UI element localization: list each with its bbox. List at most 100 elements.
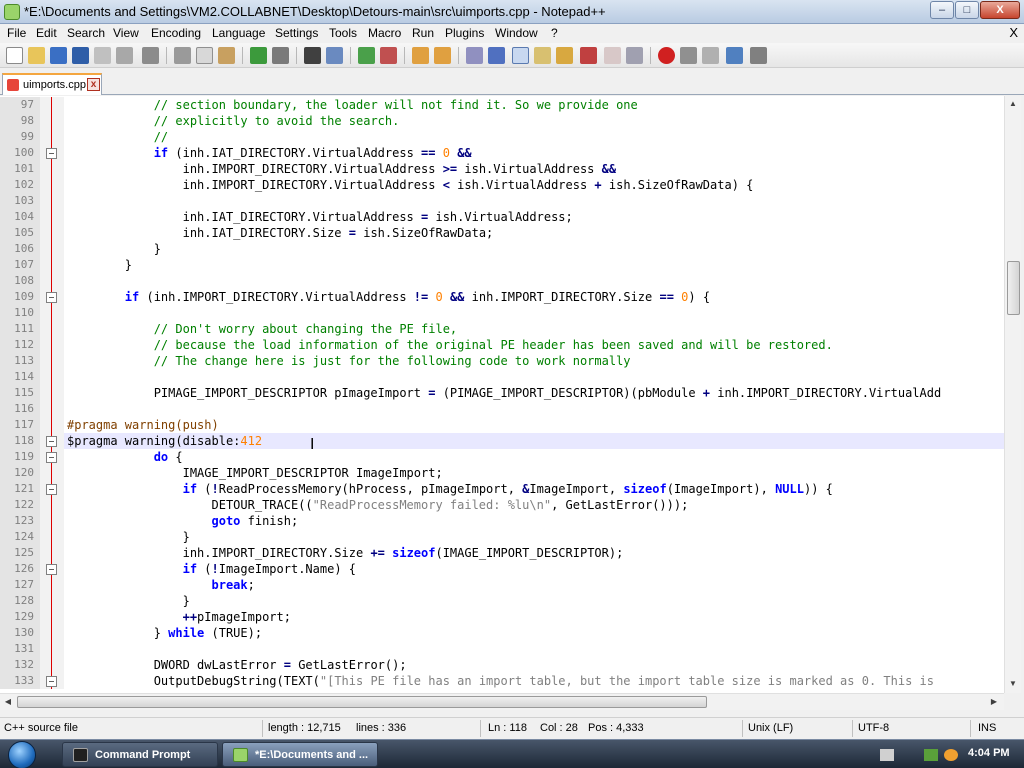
line-number[interactable]: 116 <box>0 401 40 417</box>
code-line[interactable]: 130 } while (TRUE); <box>0 625 1004 641</box>
word-wrap-icon[interactable] <box>466 47 483 64</box>
save-macro-icon[interactable] <box>750 47 767 64</box>
save-icon[interactable] <box>50 47 67 64</box>
menu-run[interactable]: Run <box>412 26 434 40</box>
line-number[interactable]: 128 <box>0 593 40 609</box>
save-all-icon[interactable] <box>72 47 89 64</box>
line-number[interactable]: 122 <box>0 497 40 513</box>
close-window-button[interactable]: X <box>980 1 1020 19</box>
document-map-icon[interactable] <box>556 47 573 64</box>
menu-window[interactable]: Window <box>495 26 538 40</box>
code-line[interactable]: 123 goto finish; <box>0 513 1004 529</box>
fold-collapse-icon[interactable] <box>40 481 64 497</box>
line-number[interactable]: 113 <box>0 353 40 369</box>
folder-as-workspace-icon[interactable] <box>604 47 621 64</box>
code-line[interactable]: 115 PIMAGE_IMPORT_DESCRIPTOR pImageImpor… <box>0 385 1004 401</box>
open-file-icon[interactable] <box>28 47 45 64</box>
line-number[interactable]: 97 <box>0 97 40 113</box>
user-language-icon[interactable] <box>534 47 551 64</box>
code-line[interactable]: 113 // The change here is just for the f… <box>0 353 1004 369</box>
keyboard-icon[interactable] <box>880 749 894 761</box>
horizontal-scroll-thumb[interactable] <box>17 696 707 708</box>
line-number[interactable]: 105 <box>0 225 40 241</box>
line-number[interactable]: 115 <box>0 385 40 401</box>
code-line[interactable]: 110 <box>0 305 1004 321</box>
menu-macro[interactable]: Macro <box>368 26 401 40</box>
horizontal-scrollbar[interactable]: ◀ ▶ <box>0 693 1004 710</box>
vertical-scroll-thumb[interactable] <box>1007 261 1020 315</box>
menu-tools[interactable]: Tools <box>329 26 357 40</box>
undo-icon[interactable] <box>250 47 267 64</box>
line-number[interactable]: 120 <box>0 465 40 481</box>
line-number[interactable]: 100 <box>0 145 40 161</box>
line-number[interactable]: 125 <box>0 545 40 561</box>
code-line[interactable]: 112 // because the load information of t… <box>0 337 1004 353</box>
scroll-right-arrow-icon[interactable]: ▶ <box>986 694 1002 710</box>
code-line[interactable]: 133 OutputDebugString(TEXT("[This PE fil… <box>0 673 1004 689</box>
code-line[interactable]: 99 // <box>0 129 1004 145</box>
line-number[interactable]: 121 <box>0 481 40 497</box>
fold-collapse-icon[interactable] <box>40 561 64 577</box>
code-line[interactable]: 114 <box>0 369 1004 385</box>
menu-help[interactable]: ? <box>551 26 558 40</box>
copy-icon[interactable] <box>196 47 213 64</box>
menu-encoding[interactable]: Encoding <box>151 26 201 40</box>
line-number[interactable]: 114 <box>0 369 40 385</box>
menu-language[interactable]: Language <box>212 26 265 40</box>
code-line[interactable]: 131 <box>0 641 1004 657</box>
code-line[interactable]: 101 inh.IMPORT_DIRECTORY.VirtualAddress … <box>0 161 1004 177</box>
line-number[interactable]: 118 <box>0 433 40 449</box>
line-number[interactable]: 101 <box>0 161 40 177</box>
code-line[interactable]: 106 } <box>0 241 1004 257</box>
monitoring-icon[interactable] <box>626 47 643 64</box>
code-line[interactable]: 103 <box>0 193 1004 209</box>
line-number[interactable]: 119 <box>0 449 40 465</box>
code-line[interactable]: 124 } <box>0 529 1004 545</box>
code-line[interactable]: 111 // Don't worry about changing the PE… <box>0 321 1004 337</box>
code-line[interactable]: 104 inh.IAT_DIRECTORY.VirtualAddress = i… <box>0 209 1004 225</box>
indent-guide-icon[interactable] <box>512 47 529 64</box>
paste-icon[interactable] <box>218 47 235 64</box>
start-button[interactable] <box>8 741 36 768</box>
line-number[interactable]: 110 <box>0 305 40 321</box>
line-number[interactable]: 104 <box>0 209 40 225</box>
status-insert-mode[interactable]: INS <box>978 722 996 734</box>
record-macro-icon[interactable] <box>658 47 675 64</box>
scroll-down-arrow-icon[interactable]: ▼ <box>1005 676 1021 692</box>
close-document-button[interactable]: X <box>1009 25 1018 40</box>
line-number[interactable]: 127 <box>0 577 40 593</box>
line-number[interactable]: 132 <box>0 657 40 673</box>
notepadpp-app-icon[interactable] <box>4 4 20 20</box>
code-line[interactable]: 128 } <box>0 593 1004 609</box>
find-icon[interactable] <box>304 47 321 64</box>
scroll-up-arrow-icon[interactable]: ▲ <box>1005 96 1021 112</box>
print-icon[interactable] <box>142 47 159 64</box>
zoom-in-icon[interactable] <box>358 47 375 64</box>
menu-edit[interactable]: Edit <box>36 26 57 40</box>
line-number[interactable]: 112 <box>0 337 40 353</box>
status-encoding[interactable]: UTF-8 <box>858 722 889 734</box>
zoom-out-icon[interactable] <box>380 47 397 64</box>
fold-collapse-icon[interactable] <box>40 433 64 449</box>
scroll-left-arrow-icon[interactable]: ◀ <box>0 694 16 710</box>
fold-collapse-icon[interactable] <box>40 449 64 465</box>
new-file-icon[interactable] <box>6 47 23 64</box>
close-all-icon[interactable] <box>116 47 133 64</box>
code-line[interactable]: 119 do { <box>0 449 1004 465</box>
line-number[interactable]: 124 <box>0 529 40 545</box>
code-line[interactable]: 121 if (!ReadProcessMemory(hProcess, pIm… <box>0 481 1004 497</box>
line-number[interactable]: 123 <box>0 513 40 529</box>
menu-view[interactable]: View <box>113 26 139 40</box>
code-line[interactable]: 125 inh.IMPORT_DIRECTORY.Size += sizeof(… <box>0 545 1004 561</box>
show-all-chars-icon[interactable] <box>488 47 505 64</box>
line-number[interactable]: 133 <box>0 673 40 689</box>
redo-icon[interactable] <box>272 47 289 64</box>
line-number[interactable]: 108 <box>0 273 40 289</box>
code-line[interactable]: 98 // explicitly to avoid the search. <box>0 113 1004 129</box>
title-bar[interactable]: *E:\Documents and Settings\VM2.COLLABNET… <box>0 0 1024 24</box>
line-number[interactable]: 117 <box>0 417 40 433</box>
close-icon[interactable] <box>94 47 111 64</box>
maximize-button[interactable]: □ <box>955 1 979 19</box>
code-line[interactable]: 122 DETOUR_TRACE(("ReadProcessMemory fai… <box>0 497 1004 513</box>
line-number[interactable]: 130 <box>0 625 40 641</box>
